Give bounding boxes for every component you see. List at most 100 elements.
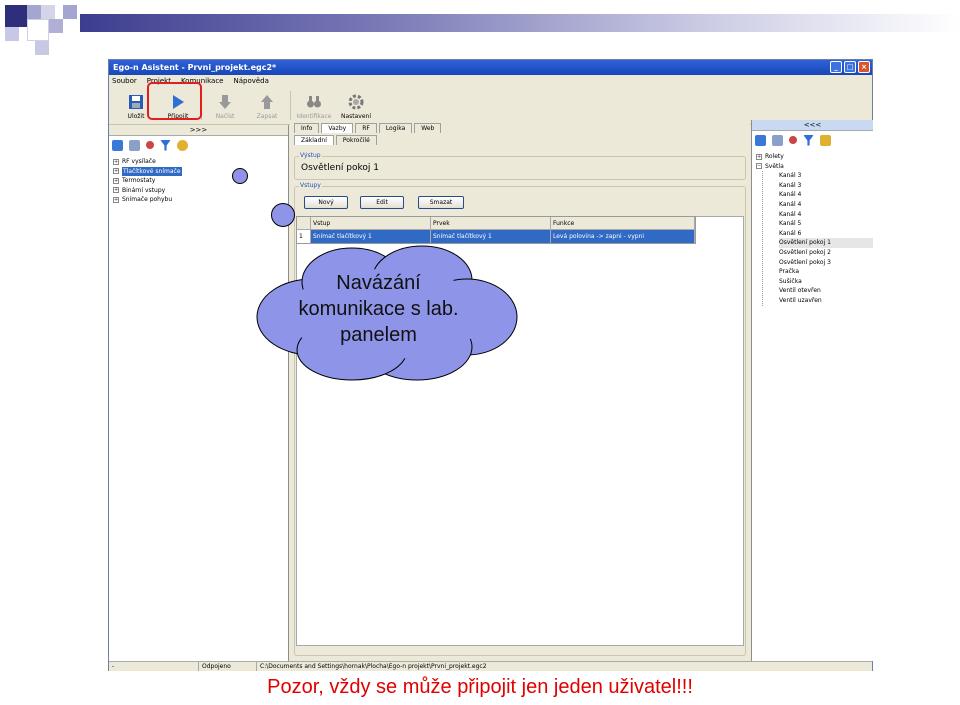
tree-child[interactable]: Kanál 6 (779, 229, 873, 239)
tree-item[interactable]: + Termostaty (113, 176, 288, 186)
tree-item-label: Tlačítkové snímače (122, 166, 182, 176)
column-header[interactable]: Vstup (311, 217, 431, 229)
save-icon (129, 95, 143, 109)
tab-rf[interactable]: RF (355, 123, 377, 133)
wrench-icon[interactable] (129, 139, 140, 151)
column-header[interactable]: Prvek (431, 217, 551, 229)
scissors-icon[interactable] (820, 134, 831, 146)
bindings-table: Vstup Prvek Funkce 1 Snímač tlačítkový 1… (296, 216, 696, 244)
vystup-group: Výstup Osvětlení pokoj 1 (294, 152, 746, 180)
right-pane-header[interactable]: <<< (752, 120, 873, 131)
tree-child[interactable]: Kanál 3 (779, 171, 873, 181)
write-button[interactable]: Zapsat (246, 87, 288, 123)
wrench-icon[interactable] (772, 134, 783, 146)
menu-soubor[interactable]: Soubor (112, 75, 137, 87)
connect-highlight (147, 82, 202, 120)
expand-icon[interactable]: + (113, 177, 119, 184)
close-button[interactable]: × (858, 61, 870, 73)
settings-button[interactable]: Nastavení (335, 87, 377, 123)
expand-icon[interactable]: + (113, 168, 119, 175)
tab-web[interactable]: Web (414, 123, 442, 133)
filter-icon[interactable] (160, 139, 171, 151)
left-pane-header[interactable]: >>> (109, 125, 288, 136)
main-tabs: Info Vazby RF Logika Web (290, 120, 750, 133)
right-pane-icons (752, 131, 873, 149)
tree-child[interactable]: Sušička (779, 277, 873, 287)
tree-child[interactable]: Osvětlení pokoj 1 (779, 238, 873, 248)
window-title: Ego-n Asistent - Prvni_projekt.egc2* (113, 63, 277, 72)
toolbar-separator (290, 91, 291, 120)
left-pane-icons (109, 136, 288, 154)
table-header: Vstup Prvek Funkce (297, 217, 695, 230)
connection-status: Odpojeno (199, 662, 257, 671)
tree-child[interactable]: Kanál 4 (779, 210, 873, 220)
minimize-button[interactable]: _ (830, 61, 842, 73)
tab-pokrocile[interactable]: Pokročilé (335, 135, 377, 145)
expand-icon[interactable]: + (113, 196, 119, 203)
properties-icon[interactable] (755, 134, 766, 146)
tree-item[interactable]: + Rolety (756, 152, 873, 162)
expand-icon[interactable]: + (113, 158, 119, 165)
tab-vazby[interactable]: Vazby (321, 123, 354, 133)
slide-caption: Pozor, vždy se může připojit jen jeden u… (267, 676, 693, 698)
tree-child[interactable]: Kanál 4 (779, 190, 873, 200)
delete-button[interactable]: Smazat (418, 196, 464, 209)
undo-icon[interactable] (146, 141, 154, 149)
write-label: Zapsat (256, 113, 278, 120)
window-titlebar[interactable]: Ego-n Asistent - Prvni_projekt.egc2* _ □… (109, 60, 872, 75)
tree-item-label: Termostaty (122, 177, 156, 184)
tab-zakladni[interactable]: Základní (294, 135, 334, 145)
tree-child[interactable]: Osvětlení pokoj 3 (779, 258, 873, 268)
arrow-down-icon (219, 95, 231, 109)
tab-info[interactable]: Info (294, 123, 320, 133)
new-button[interactable]: Nový (304, 196, 348, 209)
tree-item-label: Světla (765, 162, 784, 170)
edit-button[interactable]: Edit (360, 196, 404, 209)
tab-logika[interactable]: Logika (378, 123, 413, 133)
left-pane: >>> + RF vysílače + Tlačítkové snímače + Te… (109, 125, 289, 661)
filter-icon[interactable] (803, 134, 814, 146)
column-header[interactable]: Funkce (551, 217, 695, 229)
status-bar: - Odpojeno C:\Documents and Settings\hor… (109, 661, 872, 671)
identify-button[interactable]: Identifikace (293, 87, 335, 123)
tree-item[interactable]: + RF vysílače (113, 157, 288, 167)
tree-item[interactable]: − Světla (756, 162, 873, 172)
sub-tabs: Základní Pokročilé (290, 135, 750, 145)
gear-icon (348, 94, 364, 110)
right-tree: + Rolety − Světla Kanál 3 Kanál 3 Kanál 4 … (752, 149, 873, 306)
properties-icon[interactable] (112, 139, 123, 151)
expand-icon[interactable]: + (756, 153, 762, 160)
left-tree: + RF vysílače + Tlačítkové snímače + Termos… (109, 154, 288, 205)
tree-children: Kanál 3 Kanál 3 Kanál 4 Kanál 4 Kanál 4 … (762, 171, 873, 306)
tree-item-label: Snímače pohybu (122, 196, 173, 203)
tree-child[interactable]: Osvětlení pokoj 2 (779, 248, 873, 258)
expand-icon[interactable]: + (113, 187, 119, 194)
vstupy-label: Vstupy (299, 182, 322, 189)
arrow-up-icon (261, 95, 273, 109)
thought-bubble-medium (271, 203, 295, 227)
tree-child[interactable]: Ventil otevřen (779, 286, 873, 296)
tree-child[interactable]: Kanál 3 (779, 181, 873, 191)
binoculars-icon (307, 96, 321, 108)
tree-child[interactable]: Kanál 4 (779, 200, 873, 210)
tree-child[interactable]: Ventil uzavřen (779, 296, 873, 306)
maximize-button[interactable]: □ (844, 61, 856, 73)
tree-child[interactable]: Kanál 5 (779, 219, 873, 229)
column-header (297, 217, 311, 229)
header-gradient-bar (80, 14, 960, 32)
collapse-icon[interactable]: − (756, 163, 762, 170)
search-icon[interactable] (177, 139, 188, 151)
slide: Ego-n Asistent - Prvni_projekt.egc2* _ □… (0, 0, 960, 705)
tree-item[interactable]: + Binární vstupy (113, 186, 288, 196)
settings-label: Nastavení (340, 113, 372, 120)
tree-item[interactable]: + Tlačítkové snímače (113, 166, 288, 176)
menu-napoveda[interactable]: Nápověda (233, 75, 268, 87)
callout-text: Navázání komunikace s lab. panelem (298, 272, 459, 346)
load-button[interactable]: Načíst (204, 87, 246, 123)
load-label: Načíst (215, 113, 235, 120)
tree-child[interactable]: Pračka (779, 267, 873, 277)
undo-icon[interactable] (789, 136, 797, 144)
tree-item[interactable]: + Snímače pohybu (113, 195, 288, 205)
status-left: - (109, 662, 199, 671)
project-path: C:\Documents and Settings\hornak\Plocha\… (260, 663, 487, 670)
